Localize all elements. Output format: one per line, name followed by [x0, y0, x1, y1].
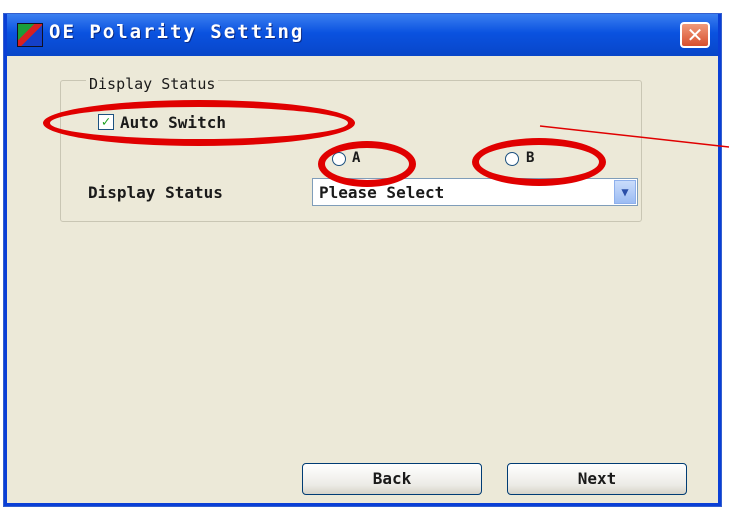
annotation-pointer-line — [539, 125, 729, 148]
